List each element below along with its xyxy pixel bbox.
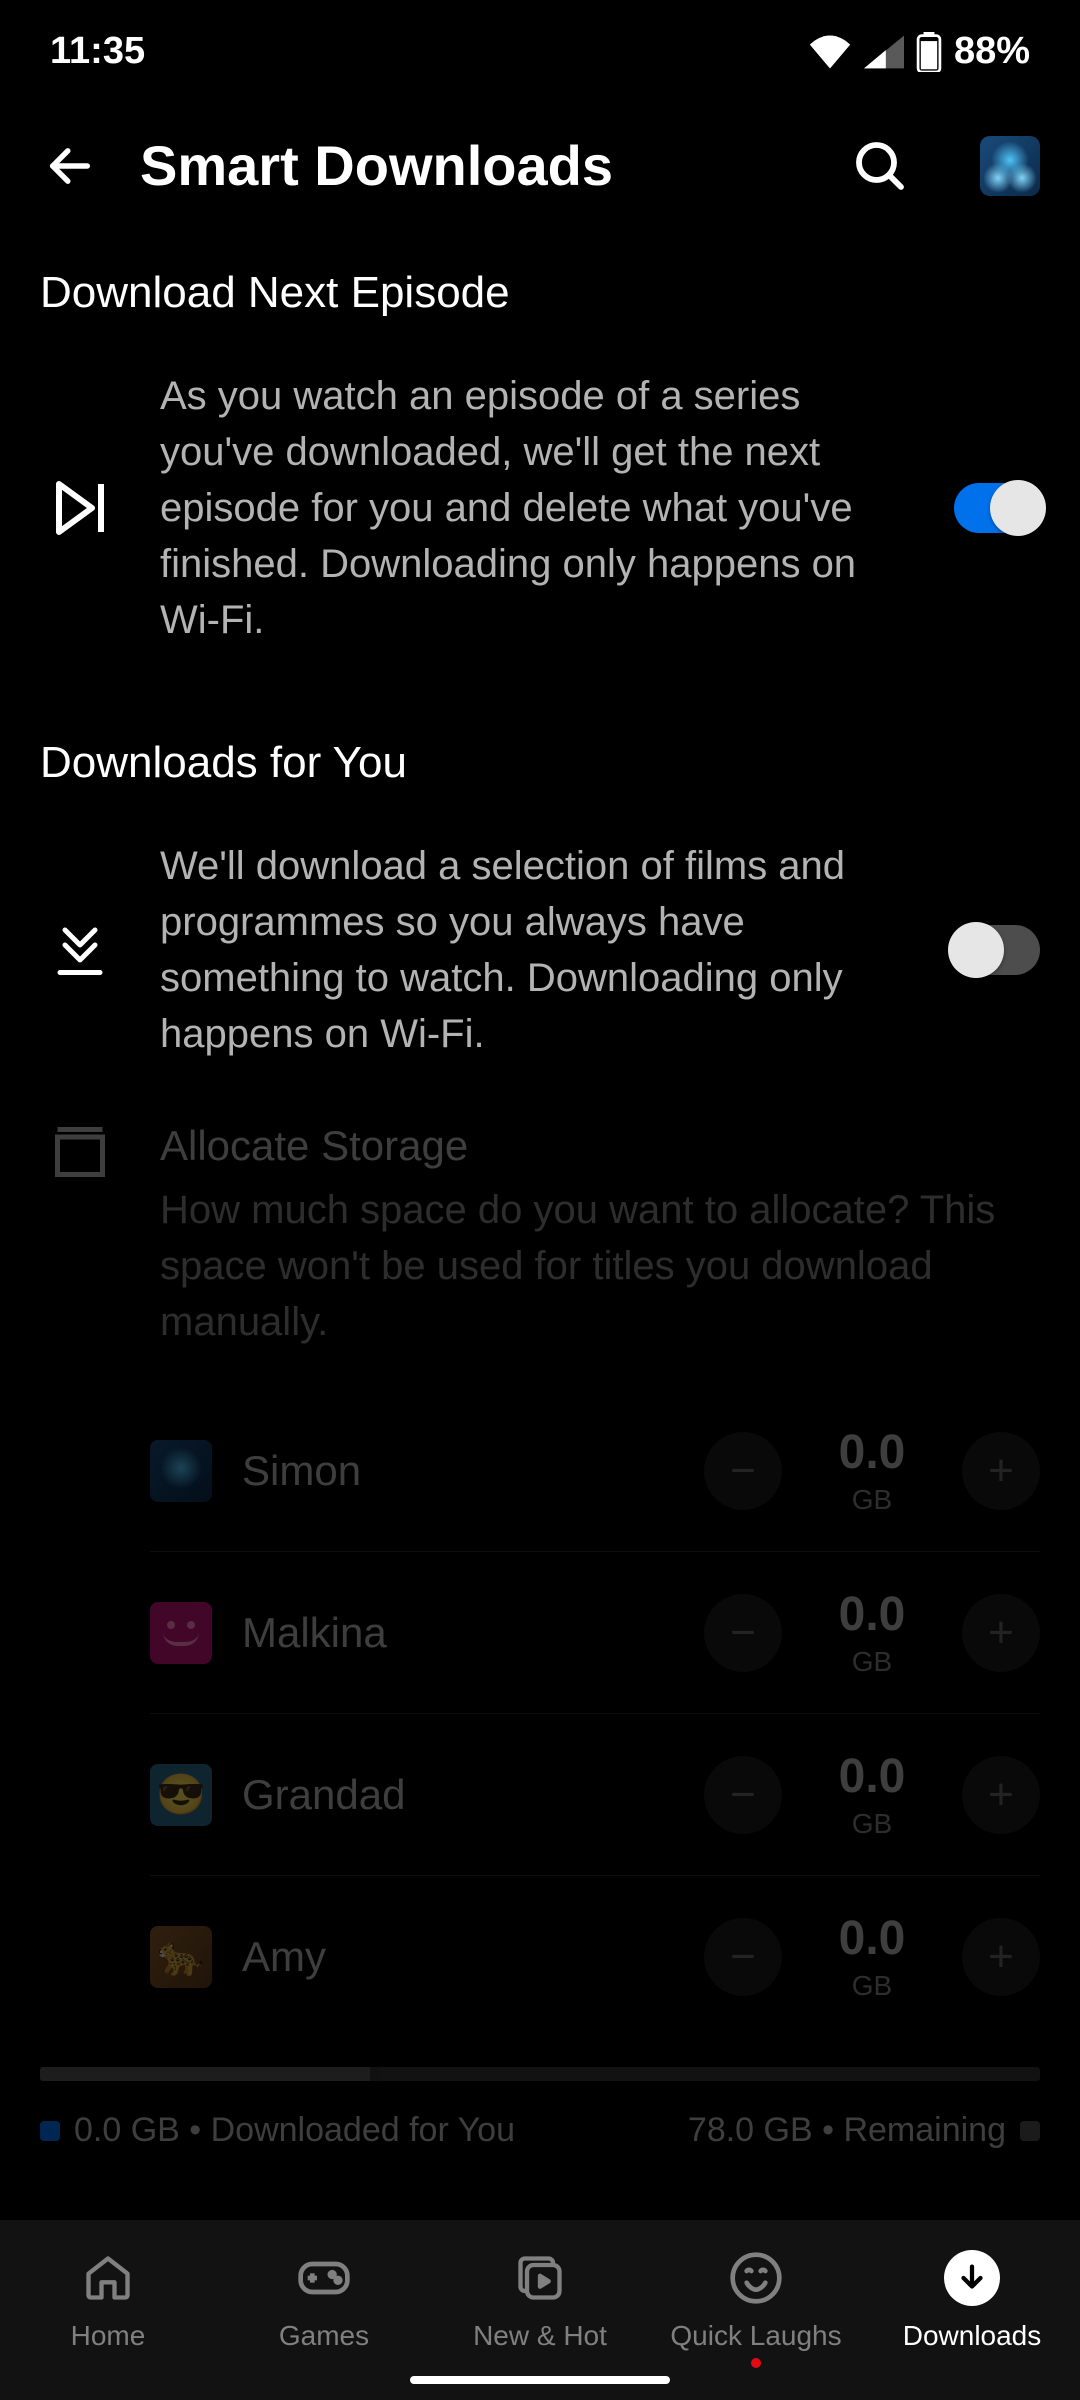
back-button[interactable] — [40, 136, 100, 196]
profile-row: Simon − 0.0 GB + — [150, 1390, 1040, 1552]
profile-name: Grandad — [242, 1771, 674, 1819]
gesture-bar — [410, 2376, 670, 2384]
legend-downloaded: 0.0 GB • Downloaded for You — [40, 2111, 515, 2150]
section-download-next: Download Next Episode As you watch an ep… — [0, 238, 1080, 648]
allocate-description: How much space do you want to allocate? … — [160, 1182, 1040, 1350]
storage-legend: 0.0 GB • Downloaded for You 78.0 GB • Re… — [0, 2101, 1080, 2160]
bottom-nav: Home Games New & Hot Quick Laughs Downlo… — [0, 2220, 1080, 2400]
nav-new-hot[interactable]: New & Hot — [440, 2250, 640, 2352]
storage-value: 0.0 GB — [812, 1749, 932, 1840]
home-icon — [80, 2250, 136, 2306]
setting-row-for-you: We'll download a selection of films and … — [40, 838, 1040, 1062]
profile-name: Amy — [242, 1933, 674, 1981]
storage-value: 0.0 GB — [812, 1425, 932, 1516]
profile-avatar-simon — [150, 1440, 212, 1502]
nav-downloads[interactable]: Downloads — [872, 2250, 1072, 2352]
decrease-button[interactable]: − — [704, 1594, 782, 1672]
toggle-next-episode[interactable] — [954, 483, 1040, 533]
next-episode-icon — [40, 472, 120, 544]
nav-quick-laughs[interactable]: Quick Laughs — [656, 2250, 856, 2352]
app-header: Smart Downloads — [0, 93, 1080, 238]
profile-avatar[interactable] — [980, 136, 1040, 196]
setting-description: We'll download a selection of films and … — [160, 838, 914, 1062]
section-title: Download Next Episode — [40, 268, 1040, 318]
increase-button[interactable]: + — [962, 1756, 1040, 1834]
decrease-button[interactable]: − — [704, 1918, 782, 1996]
allocate-title: Allocate Storage — [160, 1122, 1040, 1170]
increase-button[interactable]: + — [962, 1432, 1040, 1510]
games-icon — [296, 2250, 352, 2306]
setting-row-next-episode: As you watch an episode of a series you'… — [40, 368, 1040, 648]
battery-percent: 88% — [954, 30, 1030, 73]
profile-name: Malkina — [242, 1609, 674, 1657]
profile-name: Simon — [242, 1447, 674, 1495]
profile-row: Amy − 0.0 GB + — [150, 1876, 1040, 2037]
quick-laughs-icon — [728, 2250, 784, 2306]
signal-icon — [864, 35, 904, 69]
toggle-for-you[interactable] — [954, 925, 1040, 975]
search-button[interactable] — [850, 136, 910, 196]
profile-row: Malkina − 0.0 GB + — [150, 1552, 1040, 1714]
profile-avatar-malkina — [150, 1602, 212, 1664]
decrease-button[interactable]: − — [704, 1756, 782, 1834]
storage-value: 0.0 GB — [812, 1587, 932, 1678]
search-icon — [852, 138, 908, 194]
nav-games[interactable]: Games — [224, 2250, 424, 2352]
section-downloads-for-you: Downloads for You We'll download a selec… — [0, 708, 1080, 1350]
profile-row: Grandad − 0.0 GB + — [150, 1714, 1040, 1876]
profile-avatar-amy — [150, 1926, 212, 1988]
page-title: Smart Downloads — [140, 133, 810, 198]
legend-remaining: 78.0 GB • Remaining — [688, 2111, 1040, 2150]
nav-home[interactable]: Home — [8, 2250, 208, 2352]
downloads-icon — [944, 2250, 1000, 2306]
setting-description: As you watch an episode of a series you'… — [160, 368, 914, 648]
storage-icon — [40, 1122, 120, 1182]
increase-button[interactable]: + — [962, 1594, 1040, 1672]
section-title: Downloads for You — [40, 738, 1040, 788]
status-bar: 11:35 88% — [0, 0, 1080, 93]
decrease-button[interactable]: − — [704, 1432, 782, 1510]
storage-bar — [40, 2067, 1040, 2081]
increase-button[interactable]: + — [962, 1918, 1040, 1996]
storage-bar-used — [40, 2067, 370, 2081]
swatch-blue — [40, 2121, 60, 2141]
swatch-grey — [1020, 2121, 1040, 2141]
profile-avatar-grandad — [150, 1764, 212, 1826]
storage-value: 0.0 GB — [812, 1911, 932, 2002]
downloads-for-you-icon — [40, 920, 120, 980]
allocate-storage-row: Allocate Storage How much space do you w… — [40, 1122, 1040, 1350]
profiles-list: Simon − 0.0 GB + Malkina − 0.0 GB + Gran… — [0, 1390, 1080, 2037]
arrow-left-icon — [44, 140, 96, 192]
status-right: 88% — [808, 30, 1030, 73]
status-time: 11:35 — [50, 30, 145, 73]
notification-dot — [751, 2358, 761, 2368]
new-hot-icon — [512, 2250, 568, 2306]
battery-icon — [916, 32, 942, 72]
wifi-icon — [808, 35, 852, 69]
